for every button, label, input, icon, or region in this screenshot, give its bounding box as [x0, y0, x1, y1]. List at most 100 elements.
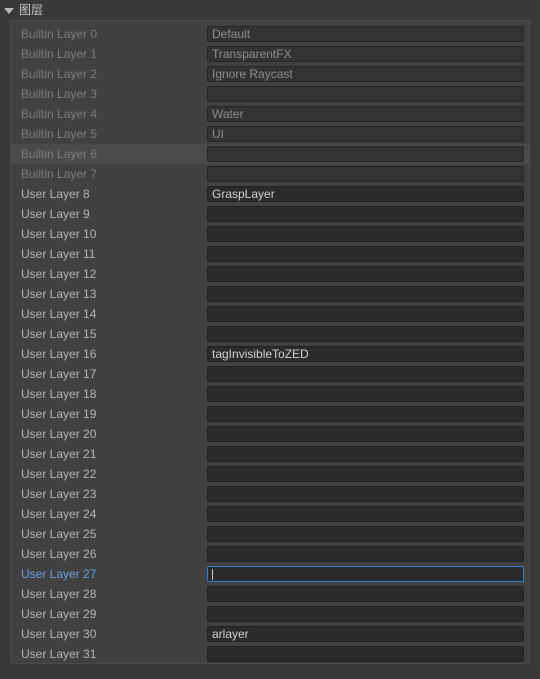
layer-label: Builtin Layer 3 [21, 87, 98, 101]
layer-label: User Layer 25 [21, 527, 97, 541]
layer-label: User Layer 20 [21, 427, 97, 441]
layer-row[interactable]: User Layer 18 [11, 384, 529, 404]
layer-row[interactable]: User Layer 31 [11, 644, 529, 663]
layer-row[interactable]: Builtin Layer 1 TransparentFX [11, 44, 529, 64]
layer-label: User Layer 24 [21, 507, 97, 521]
layer-name-input[interactable] [207, 566, 524, 582]
layer-row[interactable]: User Layer 19 [11, 404, 529, 424]
layer-name-input[interactable] [207, 266, 524, 282]
layer-name-input[interactable] [207, 306, 524, 322]
layer-name-input[interactable] [207, 226, 524, 242]
layer-row[interactable]: User Layer 12 [11, 264, 529, 284]
layer-label: User Layer 22 [21, 467, 97, 481]
layer-name-input[interactable] [207, 506, 524, 522]
layer-row[interactable]: User Layer 21 [11, 444, 529, 464]
layer-label: User Layer 26 [21, 547, 97, 561]
layer-name-input[interactable] [207, 586, 524, 602]
layer-row[interactable]: User Layer 13 [11, 284, 529, 304]
layer-label: User Layer 19 [21, 407, 97, 421]
layer-row[interactable]: User Layer 15 [11, 324, 529, 344]
layer-name-input[interactable] [207, 446, 524, 462]
layer-row[interactable]: User Layer 9 [11, 204, 529, 224]
layer-name-input[interactable]: arlayer [207, 626, 524, 642]
layer-label: Builtin Layer 1 [21, 47, 98, 61]
layer-label: User Layer 12 [21, 267, 97, 281]
page-title: 图层 [19, 3, 44, 17]
layer-label: Builtin Layer 7 [21, 167, 98, 181]
layer-name-input[interactable]: GraspLayer [207, 186, 524, 202]
layer-label: User Layer 9 [21, 207, 90, 221]
layer-row[interactable]: User Layer 14 [11, 304, 529, 324]
layers-panel: Builtin Layer 0 Default Builtin Layer 1 Tra… [10, 20, 530, 664]
layer-name-input: UI [207, 126, 524, 142]
layer-label: User Layer 21 [21, 447, 97, 461]
layer-name-input[interactable] [207, 326, 524, 342]
layer-row[interactable]: User Layer 28 [11, 584, 529, 604]
layer-label: Builtin Layer 2 [21, 67, 98, 81]
layer-row[interactable]: Builtin Layer 0 Default [11, 24, 529, 44]
layer-name-input[interactable] [207, 646, 524, 662]
layer-row[interactable]: User Layer 27 [11, 564, 529, 584]
layer-row[interactable]: User Layer 25 [11, 524, 529, 544]
layer-label: User Layer 10 [21, 227, 97, 241]
layer-name-input[interactable] [207, 426, 524, 442]
layer-row[interactable]: User Layer 20 [11, 424, 529, 444]
layer-row[interactable]: User Layer 24 [11, 504, 529, 524]
layer-name-input[interactable] [207, 486, 524, 502]
layer-row[interactable]: Builtin Layer 3 [11, 84, 529, 104]
layer-label: User Layer 15 [21, 327, 97, 341]
layer-label: Builtin Layer 4 [21, 107, 98, 121]
layer-name-input [207, 146, 524, 162]
layer-row[interactable]: User Layer 8 GraspLayer [11, 184, 529, 204]
layer-label: Builtin Layer 5 [21, 127, 98, 141]
layer-row[interactable]: User Layer 11 [11, 244, 529, 264]
layer-name-input [207, 166, 524, 182]
layer-row[interactable]: User Layer 22 [11, 464, 529, 484]
layer-row[interactable]: User Layer 17 [11, 364, 529, 384]
layer-row[interactable]: User Layer 30 arlayer [11, 624, 529, 644]
layer-row-list: Builtin Layer 0 Default Builtin Layer 1 Tra… [11, 21, 529, 663]
layer-name-input[interactable] [207, 546, 524, 562]
text-caret [212, 569, 213, 580]
layer-label: Builtin Layer 6 [21, 147, 98, 161]
layer-label: User Layer 16 [21, 347, 97, 361]
layer-row[interactable]: User Layer 26 [11, 544, 529, 564]
layer-row[interactable]: User Layer 16 tagInvisibleToZED [11, 344, 529, 364]
layer-name-input: Default [207, 26, 524, 42]
layer-row[interactable]: Builtin Layer 6 [11, 144, 529, 164]
layer-name-input[interactable] [207, 386, 524, 402]
layer-row[interactable]: Builtin Layer 7 [11, 164, 529, 184]
layer-row[interactable]: User Layer 23 [11, 484, 529, 504]
layer-label: User Layer 28 [21, 587, 97, 601]
triangle-down-icon[interactable] [4, 7, 14, 14]
layer-name-input[interactable]: tagInvisibleToZED [207, 346, 524, 362]
layer-label: User Layer 27 [21, 567, 97, 581]
layer-label: User Layer 30 [21, 627, 97, 641]
layer-label: User Layer 29 [21, 607, 97, 621]
layer-row[interactable]: Builtin Layer 2 Ignore Raycast [11, 64, 529, 84]
layer-label: User Layer 8 [21, 187, 90, 201]
layer-name-input[interactable] [207, 246, 524, 262]
layer-name-input[interactable] [207, 606, 524, 622]
layer-name-input[interactable] [207, 526, 524, 542]
layer-label: User Layer 23 [21, 487, 97, 501]
layer-name-input [207, 86, 524, 102]
layer-label: User Layer 14 [21, 307, 97, 321]
layers-header[interactable]: 图层 [0, 0, 540, 20]
layer-name-input[interactable] [207, 466, 524, 482]
layer-label: User Layer 17 [21, 367, 97, 381]
layer-row[interactable]: Builtin Layer 4 Water [11, 104, 529, 124]
layer-name-input[interactable] [207, 406, 524, 422]
layer-name-input[interactable] [207, 366, 524, 382]
layer-label: User Layer 13 [21, 287, 97, 301]
layer-name-input[interactable] [207, 286, 524, 302]
layer-label: User Layer 31 [21, 647, 97, 661]
layer-row[interactable]: User Layer 10 [11, 224, 529, 244]
layer-name-input: Water [207, 106, 524, 122]
layer-name-input[interactable] [207, 206, 524, 222]
layer-row[interactable]: User Layer 29 [11, 604, 529, 624]
layer-row[interactable]: Builtin Layer 5 UI [11, 124, 529, 144]
layer-label: User Layer 18 [21, 387, 97, 401]
layer-name-input: TransparentFX [207, 46, 524, 62]
layer-label: User Layer 11 [21, 247, 96, 261]
